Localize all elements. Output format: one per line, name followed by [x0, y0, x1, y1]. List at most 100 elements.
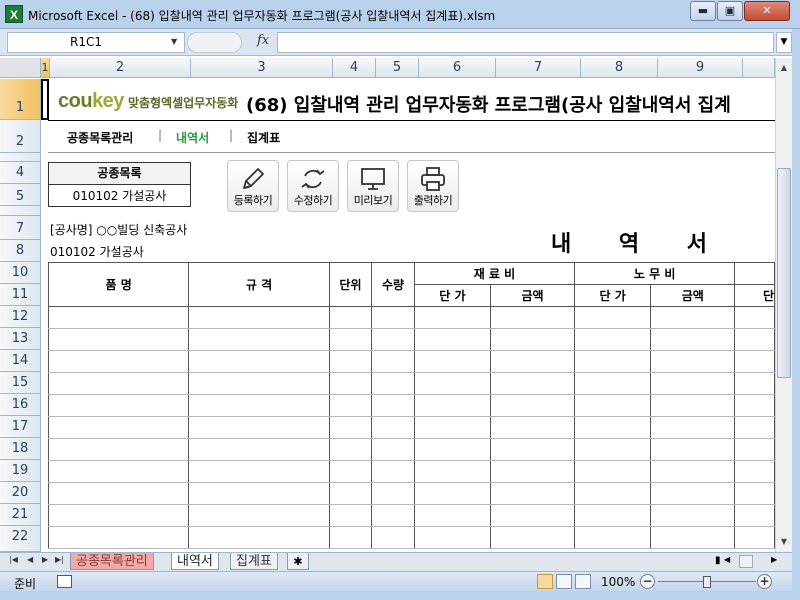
sheet-tab-bar: |◀ ◀ ▶ ▶| 공종목록관리 내역서 집계표 ✱ ▮ ◀ ▶: [0, 552, 792, 571]
sheet-tab-statement[interactable]: 내역서: [171, 553, 219, 570]
table-row: [47, 306, 775, 329]
maximize-button[interactable]: ▣: [717, 1, 743, 21]
scroll-left-icon[interactable]: ◀: [724, 555, 730, 564]
row-header-4[interactable]: 4: [0, 162, 41, 184]
nav-link-summary[interactable]: 집계표: [247, 129, 280, 146]
insert-sheet-icon[interactable]: ✱: [287, 553, 309, 570]
scroll-down-icon[interactable]: ▼: [776, 534, 792, 550]
select-all-corner[interactable]: [0, 58, 41, 78]
logo-cou: cou: [58, 90, 93, 112]
sheet-tab-category-list[interactable]: 공종목록관리: [70, 553, 154, 570]
register-button-label: 등록하기: [233, 194, 273, 207]
close-button[interactable]: ✕: [744, 1, 790, 21]
title-bar: X Microsoft Excel - (68) 입찰내역 관리 업무자동화 프…: [0, 0, 800, 29]
scroll-right-icon[interactable]: ▶: [771, 555, 777, 564]
column-header-7[interactable]: 7: [496, 58, 581, 78]
column-header-5[interactable]: 5: [376, 58, 419, 78]
row-header-22[interactable]: 22: [0, 526, 41, 552]
formula-input[interactable]: [277, 32, 774, 53]
table-row: [47, 350, 775, 373]
insert-function-icon[interactable]: fx: [257, 33, 269, 48]
logo-key: key: [92, 90, 124, 112]
row-header-10[interactable]: 10: [0, 262, 41, 284]
pencil-icon: [243, 168, 264, 189]
print-button[interactable]: 출력하기: [407, 160, 459, 212]
register-button[interactable]: 등록하기: [227, 160, 279, 212]
zoom-level[interactable]: 100%: [601, 575, 635, 589]
column-header-1[interactable]: 1: [41, 58, 50, 78]
macro-record-icon[interactable]: [57, 575, 72, 588]
row-header-11[interactable]: 11: [0, 284, 41, 306]
zoom-in-button[interactable]: +: [757, 574, 772, 589]
zoom-out-button[interactable]: −: [640, 574, 655, 589]
category-box: 공종목록 010102 가설공사: [48, 162, 191, 207]
name-box[interactable]: R1C1: [7, 32, 185, 53]
nav-link-category-list[interactable]: 공종목록관리: [67, 129, 133, 146]
header-cut-sub: 단: [734, 284, 775, 307]
row-header-1[interactable]: 1: [0, 79, 41, 120]
row-header-19[interactable]: 19: [0, 460, 41, 482]
modify-button[interactable]: 수정하기: [287, 160, 339, 212]
vertical-scroll-thumb[interactable]: [777, 168, 791, 378]
row-header-15[interactable]: 15: [0, 372, 41, 394]
header-labor-unit-price: 단 가: [574, 284, 652, 307]
tab-split-handle[interactable]: ▮: [715, 555, 721, 566]
next-sheet-icon[interactable]: ▶: [42, 555, 48, 564]
scroll-up-icon[interactable]: ▲: [776, 60, 792, 76]
column-header-3[interactable]: 3: [191, 58, 333, 78]
row-header-5[interactable]: 5: [0, 184, 41, 206]
row-header-6[interactable]: [0, 206, 41, 216]
title-divider: [48, 120, 775, 121]
row-header-2[interactable]: 2: [0, 120, 41, 153]
table-body[interactable]: [47, 306, 775, 549]
formula-bar-resize-handle[interactable]: [187, 32, 242, 53]
table-row: [47, 394, 775, 417]
category-line: 010102 가설공사: [50, 245, 144, 259]
column-header-4[interactable]: 4: [333, 58, 376, 78]
normal-view-icon[interactable]: [537, 574, 553, 589]
status-ready: 준비: [14, 577, 37, 591]
zoom-slider-knob[interactable]: [703, 576, 711, 588]
row-header-3[interactable]: [0, 153, 41, 162]
table-row: [47, 416, 775, 439]
row-header-7[interactable]: 7: [0, 216, 41, 240]
category-box-value[interactable]: 010102 가설공사: [49, 185, 190, 207]
column-header-2[interactable]: 2: [50, 58, 191, 78]
row-header-16[interactable]: 16: [0, 394, 41, 416]
excel-app-icon[interactable]: X: [5, 5, 23, 23]
page-layout-view-icon[interactable]: [556, 574, 572, 589]
nav-link-statement[interactable]: 내역서: [176, 129, 209, 146]
preview-button[interactable]: 미리보기: [347, 160, 399, 212]
worksheet-area[interactable]: coukey 맞춤형엑셀업무자동화 (68) 입찰내역 관리 업무자동화 프로그램…: [41, 79, 775, 552]
column-header-10[interactable]: [743, 58, 775, 78]
row-header-13[interactable]: 13: [0, 328, 41, 350]
active-cell-r1c1[interactable]: [41, 79, 49, 120]
table-row: [47, 372, 775, 395]
row-header-20[interactable]: 20: [0, 482, 41, 504]
sheet-tab-summary[interactable]: 집계표: [230, 553, 278, 570]
column-header-9[interactable]: 9: [658, 58, 743, 78]
horizontal-scrollbar[interactable]: ▮ ◀ ▶: [715, 555, 785, 569]
row-header-14[interactable]: 14: [0, 350, 41, 372]
vertical-scrollbar[interactable]: ▲ ▼: [775, 58, 792, 552]
expand-formula-bar-button[interactable]: ▼: [776, 32, 792, 53]
program-title: (68) 입찰내역 관리 업무자동화 프로그램(공사 입찰내역서 집계: [246, 95, 731, 116]
horizontal-scroll-thumb[interactable]: [739, 555, 753, 568]
first-sheet-icon[interactable]: |◀: [9, 555, 18, 564]
row-header-21[interactable]: 21: [0, 504, 41, 526]
column-header-6[interactable]: 6: [419, 58, 496, 78]
refresh-icon: [301, 169, 325, 189]
row-header-8[interactable]: 8: [0, 240, 41, 262]
last-sheet-icon[interactable]: ▶|: [55, 555, 64, 564]
window-title: Microsoft Excel - (68) 입찰내역 관리 업무자동화 프로그…: [28, 9, 496, 23]
row-header-18[interactable]: 18: [0, 438, 41, 460]
row-header-12[interactable]: 12: [0, 306, 41, 328]
minimize-button[interactable]: ▬: [690, 1, 716, 21]
prev-sheet-icon[interactable]: ◀: [27, 555, 33, 564]
chevron-down-icon[interactable]: ▼: [171, 37, 177, 46]
page-break-preview-icon[interactable]: [575, 574, 591, 589]
row-header-17[interactable]: 17: [0, 416, 41, 438]
header-cut-group: [734, 262, 775, 285]
table-row: [47, 482, 775, 505]
column-header-8[interactable]: 8: [581, 58, 658, 78]
